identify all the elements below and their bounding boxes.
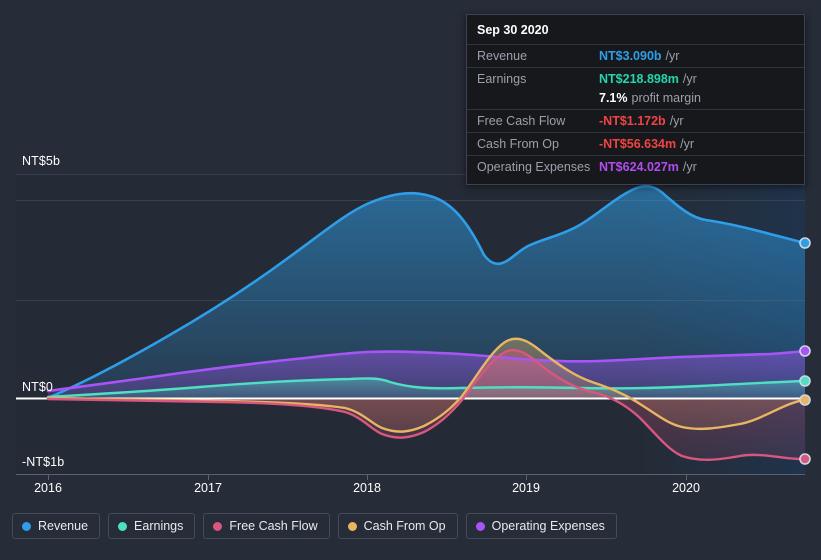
tooltip-unit-free-cash-flow: /yr	[669, 114, 684, 128]
x-axis-label-2017: 2017	[194, 481, 222, 495]
legend-label-earnings: Earnings	[134, 519, 184, 533]
tooltip-label-cash-from-op: Cash From Op	[477, 137, 559, 151]
legend-label-free-cash-flow: Free Cash Flow	[229, 519, 318, 533]
legend-label-operating-expenses: Operating Expenses	[491, 519, 605, 533]
tooltip-value-revenue: NT$3.090b	[599, 49, 662, 63]
tooltip-label-profit-margin: profit margin	[631, 91, 701, 105]
tooltip-row-operating-expenses: Operating Expenses NT$624.027m /yr	[467, 155, 804, 178]
endpoint-earnings	[799, 375, 811, 387]
tooltip-label-free-cash-flow: Free Cash Flow	[477, 114, 566, 128]
tooltip-row-revenue: Revenue NT$3.090b /yr	[467, 44, 804, 67]
legend-dot-icon-revenue	[22, 521, 31, 531]
tooltip-row-profit-margin: 7.1% profit margin	[467, 90, 804, 109]
endpoint-opex	[799, 345, 811, 357]
tooltip-unit-cash-from-op: /yr	[680, 137, 695, 151]
tooltip-value-operating-expenses: NT$624.027m	[599, 160, 679, 174]
chart-legend: Revenue Earnings Free Cash Flow Cash Fro…	[12, 513, 617, 539]
tooltip-value-cash-from-op: -NT$56.634m	[599, 137, 677, 151]
tooltip-value-free-cash-flow: -NT$1.172b	[599, 114, 666, 128]
y-axis-label-neg1b: -NT$1b	[22, 455, 65, 469]
tooltip-unit-revenue: /yr	[665, 49, 680, 63]
endpoint-fcf	[799, 453, 811, 465]
legend-item-cash-from-op[interactable]: Cash From Op	[337, 513, 458, 539]
legend-dot-icon-cash-from-op	[347, 521, 357, 531]
legend-item-revenue[interactable]: Revenue	[12, 513, 101, 539]
tooltip-value-profit-margin: 7.1%	[599, 91, 628, 105]
legend-dot-icon-free-cash-flow	[213, 521, 223, 531]
financial-chart: NT$5b NT$0 -NT$1b 2016 2017 2018 2019 20…	[0, 0, 821, 560]
x-axis-label-2019: 2019	[512, 481, 540, 495]
y-axis-label-0: NT$0	[22, 380, 53, 394]
tooltip-row-free-cash-flow: Free Cash Flow -NT$1.172b /yr	[467, 109, 804, 132]
x-axis-label-2018: 2018	[353, 481, 381, 495]
legend-dot-icon-operating-expenses	[475, 521, 485, 531]
y-axis-label-5b: NT$5b	[22, 154, 61, 168]
endpoint-revenue	[799, 237, 811, 249]
legend-label-revenue: Revenue	[38, 519, 89, 533]
x-axis-label-2016: 2016	[34, 481, 62, 495]
tooltip-date: Sep 30 2020	[477, 23, 549, 37]
endpoint-cfo	[799, 394, 811, 406]
tooltip-label-revenue: Revenue	[477, 49, 528, 63]
tooltip-unit-operating-expenses: /yr	[682, 160, 697, 174]
tooltip-row-cash-from-op: Cash From Op -NT$56.634m /yr	[467, 132, 804, 155]
legend-dot-icon-earnings	[118, 521, 128, 531]
tooltip-unit-earnings: /yr	[682, 72, 697, 86]
tooltip-label-earnings: Earnings	[477, 72, 527, 86]
legend-item-free-cash-flow[interactable]: Free Cash Flow	[203, 513, 330, 539]
legend-item-earnings[interactable]: Earnings	[108, 513, 196, 539]
tooltip-row-earnings: Earnings NT$218.898m /yr	[467, 67, 804, 90]
tooltip-value-earnings: NT$218.898m	[599, 72, 679, 86]
chart-tooltip: Sep 30 2020 Revenue NT$3.090b /yr Earnin…	[466, 14, 805, 185]
legend-item-operating-expenses[interactable]: Operating Expenses	[465, 513, 617, 539]
x-axis-label-2020: 2020	[672, 481, 700, 495]
legend-label-cash-from-op: Cash From Op	[363, 519, 446, 533]
tooltip-label-operating-expenses: Operating Expenses	[477, 160, 591, 174]
